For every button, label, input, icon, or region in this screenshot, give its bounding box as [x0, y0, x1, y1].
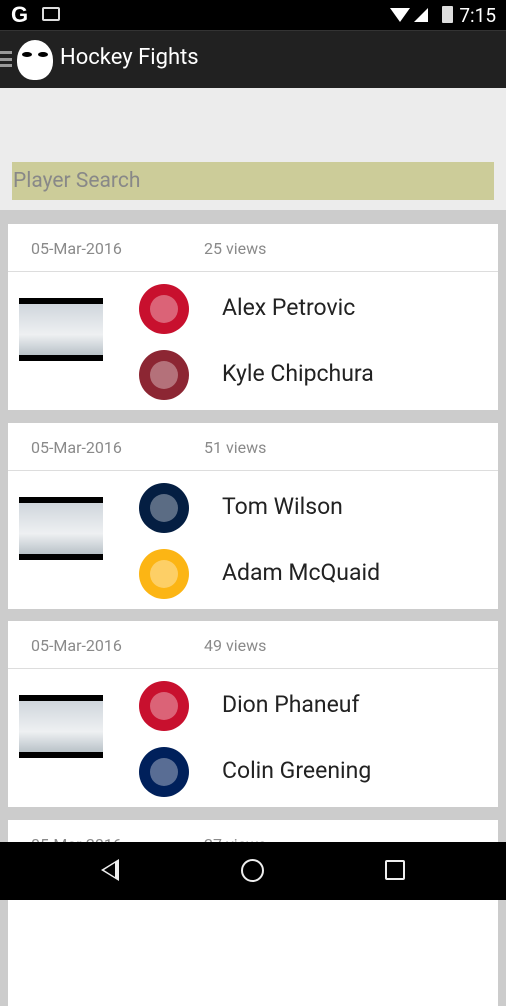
navigation-bar — [0, 842, 506, 900]
view-count: 25 views — [204, 239, 267, 258]
team-logo-icon — [135, 280, 193, 338]
fighter-name[interactable]: Dion Phaneuf — [222, 691, 359, 718]
fight-date: 05-Mar-2016 — [31, 636, 122, 655]
fight-card[interactable]: 05-Mar-2016 49 views Dion Phaneuf Colin Gre… — [8, 621, 498, 807]
fighter-name[interactable]: Kyle Chipchura — [222, 360, 374, 387]
view-count: 49 views — [204, 636, 267, 655]
fight-card-header: 05-Mar-2016 49 views — [8, 621, 498, 669]
team-logo-icon — [135, 545, 193, 603]
fight-date: 05-Mar-2016 — [31, 438, 122, 457]
app-title: Hockey Fights — [60, 45, 199, 70]
video-thumbnail[interactable] — [19, 695, 103, 758]
status-time: 7:15 — [459, 4, 496, 27]
status-bar: G 7:15 — [0, 0, 506, 30]
app-toolbar: Hockey Fights — [0, 30, 506, 88]
fight-card-header: 05-Mar-2016 51 views — [8, 423, 498, 471]
fighter-name[interactable]: Alex Petrovic — [222, 294, 355, 321]
recent-apps-icon[interactable] — [385, 860, 405, 880]
fight-card[interactable]: 05-Mar-2016 25 views Alex Petrovic Kyle Chi… — [8, 224, 498, 410]
gmail-icon — [42, 7, 60, 21]
battery-icon — [442, 6, 453, 23]
home-icon[interactable] — [241, 859, 264, 882]
team-logo-icon — [135, 677, 193, 735]
fighter-name[interactable]: Colin Greening — [222, 757, 371, 784]
team-logo-icon — [135, 743, 193, 801]
fighter-name[interactable]: Tom Wilson — [222, 493, 343, 520]
team-logo-icon — [135, 346, 193, 404]
search-header — [0, 88, 506, 210]
wifi-icon — [390, 8, 410, 22]
video-thumbnail[interactable] — [19, 497, 103, 560]
team-logo-icon — [135, 479, 193, 537]
signal-icon — [414, 8, 428, 22]
back-icon[interactable] — [101, 859, 119, 881]
google-icon: G — [11, 2, 29, 27]
fight-card-header: 05-Mar-2016 25 views — [8, 224, 498, 272]
view-count: 51 views — [204, 438, 267, 457]
player-search-input[interactable] — [12, 162, 494, 200]
menu-icon[interactable] — [0, 51, 12, 67]
goalie-mask-icon[interactable] — [17, 40, 53, 80]
fight-date: 05-Mar-2016 — [31, 239, 122, 258]
video-thumbnail[interactable] — [19, 298, 103, 361]
fight-card[interactable]: 05-Mar-2016 51 views Tom Wilson Adam McQuai… — [8, 423, 498, 609]
fighter-name[interactable]: Adam McQuaid — [222, 559, 380, 586]
